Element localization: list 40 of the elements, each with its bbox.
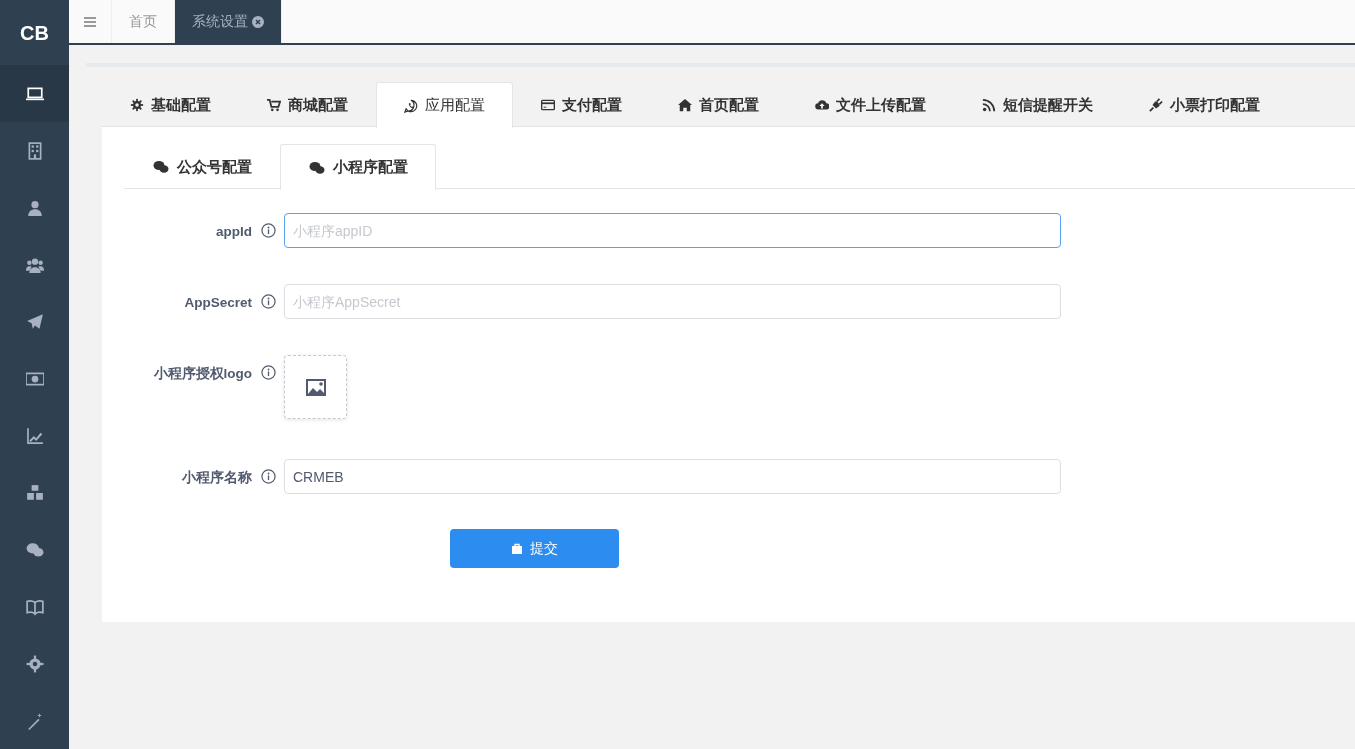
cubes-icon <box>25 483 44 502</box>
line-chart-icon <box>25 426 44 445</box>
field-label: AppSecret <box>183 294 252 312</box>
image-icon <box>305 378 326 396</box>
bag-icon <box>511 543 522 554</box>
field-label: 小程序名称 <box>181 469 252 487</box>
sub-tab[interactable]: 小程序配置 <box>280 144 436 190</box>
info-icon[interactable] <box>260 223 276 238</box>
cloud-upload-icon <box>815 98 829 112</box>
chat-bubbles-icon <box>308 159 326 176</box>
info-icon[interactable] <box>260 469 276 484</box>
config-tab[interactable]: 文件上传配置 <box>787 82 954 127</box>
input-field[interactable]: 小程序appID <box>284 213 1061 248</box>
chat-bubbles-icon <box>25 540 44 559</box>
info-icon[interactable] <box>260 294 276 309</box>
cart-icon <box>267 98 281 112</box>
input-field[interactable]: CRMEB <box>284 459 1061 494</box>
home-icon <box>678 98 692 112</box>
rss-icon <box>982 98 996 112</box>
config-tab[interactable]: 小票打印配置 <box>1121 82 1288 127</box>
field-label: appId <box>215 223 252 241</box>
config-tab[interactable]: 首页配置 <box>650 82 787 127</box>
config-tab[interactable]: 商城配置 <box>239 82 376 127</box>
config-tab[interactable]: 应用配置 <box>376 82 513 128</box>
open-book-icon <box>25 597 44 616</box>
page-tab[interactable]: 系统设置 <box>175 0 282 43</box>
credit-card-icon <box>541 98 555 112</box>
user-icon <box>25 198 44 217</box>
field-label: 小程序授权logo <box>152 365 252 383</box>
close-icon[interactable] <box>252 15 264 28</box>
image-upload[interactable] <box>284 355 347 419</box>
paper-plane-icon <box>25 312 44 331</box>
config-tab[interactable]: 短信提醒开关 <box>954 82 1121 127</box>
chat-bubbles-icon <box>152 159 170 175</box>
config-tab[interactable]: 基础配置 <box>102 82 239 127</box>
info-icon[interactable] <box>260 365 276 380</box>
plug-icon <box>1149 98 1163 112</box>
sub-tab[interactable]: 公众号配置 <box>124 144 280 189</box>
sidebar-item[interactable] <box>0 65 69 122</box>
config-tab[interactable]: 支付配置 <box>513 82 650 127</box>
